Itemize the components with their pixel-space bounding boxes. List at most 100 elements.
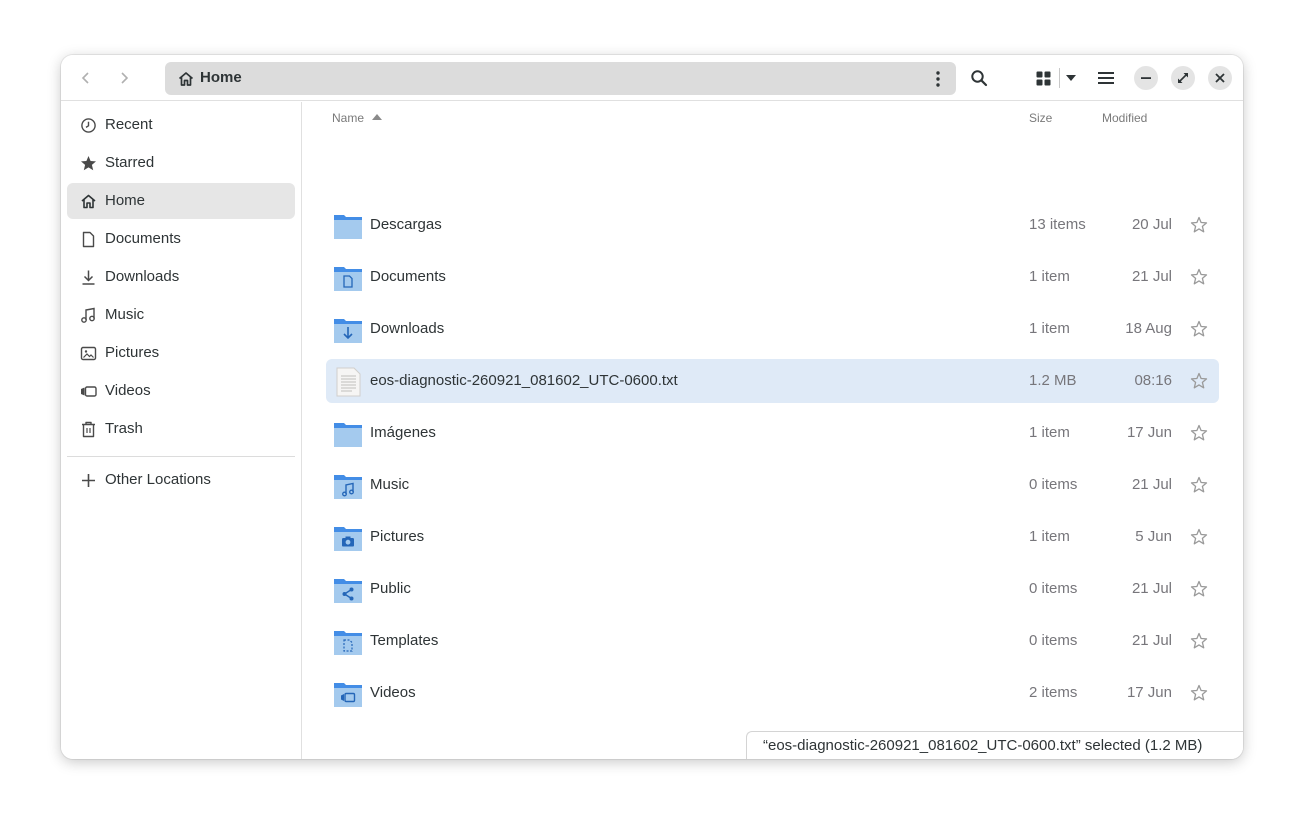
folder-icon — [334, 423, 362, 447]
table-row[interactable]: Imágenes 1 item 17 Jun — [326, 411, 1219, 455]
star-outline-icon[interactable] — [1190, 684, 1208, 702]
star-outline-icon[interactable] — [1190, 372, 1208, 390]
sidebar-item-label: Downloads — [105, 268, 180, 285]
star-outline-icon[interactable] — [1190, 528, 1208, 546]
star-icon — [81, 156, 96, 171]
file-modified: 21 Jul — [1131, 580, 1172, 597]
sidebar-item-home[interactable]: Home — [67, 183, 295, 219]
file-size: 0 items — [1029, 476, 1078, 493]
folder-downloads-icon — [334, 319, 362, 343]
sidebar-item-starred[interactable]: Starred — [67, 145, 295, 181]
main-menu-button[interactable] — [1091, 62, 1121, 94]
close-icon — [1215, 73, 1225, 83]
star-outline-icon[interactable] — [1190, 320, 1208, 338]
video-icon — [81, 386, 97, 397]
star-outline-icon[interactable] — [1190, 424, 1208, 442]
file-name: Music — [370, 476, 410, 493]
file-modified: 20 Jul — [1131, 216, 1172, 233]
folder-templates-icon — [334, 631, 362, 655]
sidebar-item-trash[interactable]: Trash — [67, 411, 295, 447]
sidebar-item-videos[interactable]: Videos — [67, 373, 295, 409]
folder-videos-icon — [334, 683, 362, 707]
grid-view-button[interactable] — [1030, 62, 1056, 94]
sidebar-item-label: Other Locations — [105, 471, 211, 488]
table-row[interactable]: Templates 0 items 21 Jul — [326, 619, 1219, 663]
sidebar-item-label: Pictures — [105, 344, 160, 361]
vertical-dots-icon — [936, 71, 940, 87]
sidebar-item-label: Starred — [105, 154, 155, 171]
hamburger-menu-icon — [1098, 72, 1114, 84]
file-name: Documents — [370, 268, 446, 285]
table-row[interactable]: Videos 2 items 17 Jun — [326, 671, 1219, 715]
header-bar: Home — [61, 55, 1243, 101]
column-header-modified[interactable]: Modified — [1102, 111, 1147, 125]
sidebar-item-label: Trash — [105, 420, 143, 437]
minimize-button[interactable] — [1134, 66, 1158, 90]
close-button[interactable] — [1208, 66, 1232, 90]
back-button[interactable] — [71, 62, 101, 94]
caret-down-icon — [1066, 75, 1076, 81]
maximize-icon — [1178, 73, 1188, 83]
file-modified: 21 Jul — [1131, 632, 1172, 649]
table-row[interactable]: Public 0 items 21 Jul — [326, 567, 1219, 611]
sidebar-item-label: Music — [105, 306, 145, 323]
star-outline-icon[interactable] — [1190, 268, 1208, 286]
folder-pictures-icon — [334, 527, 362, 551]
file-name: Descargas — [370, 216, 442, 233]
sidebar-item-recent[interactable]: Recent — [67, 107, 295, 143]
folder-public-icon — [334, 579, 362, 603]
sidebar-item-documents[interactable]: Documents — [67, 221, 295, 257]
file-modified: 21 Jul — [1131, 268, 1172, 285]
sidebar-item-pictures[interactable]: Pictures — [67, 335, 295, 371]
search-button[interactable] — [964, 62, 994, 94]
sidebar-item-label: Recent — [105, 116, 153, 133]
music-icon — [81, 307, 95, 323]
file-name: Downloads — [370, 320, 445, 337]
sidebar-item-label: Home — [105, 192, 146, 209]
table-row[interactable]: eos-diagnostic-260921_081602_UTC-0600.tx… — [326, 359, 1219, 403]
forward-button[interactable] — [109, 62, 139, 94]
file-size: 1 item — [1029, 528, 1070, 545]
star-outline-icon[interactable] — [1190, 580, 1208, 598]
table-row[interactable]: Descargas 13 items 20 Jul — [326, 203, 1219, 247]
home-icon — [178, 72, 194, 86]
column-header-size[interactable]: Size — [1029, 111, 1052, 125]
star-outline-icon[interactable] — [1190, 476, 1208, 494]
search-icon — [971, 70, 988, 87]
sort-ascending-icon — [372, 114, 382, 120]
sidebar-item-other-locations[interactable]: Other Locations — [67, 462, 295, 498]
view-options-dropdown[interactable] — [1060, 62, 1082, 94]
clock-icon — [81, 118, 96, 133]
file-size: 1 item — [1029, 268, 1070, 285]
star-outline-icon[interactable] — [1190, 632, 1208, 650]
sidebar-item-music[interactable]: Music — [67, 297, 295, 333]
file-size: 0 items — [1029, 632, 1078, 649]
file-name: Templates — [370, 632, 439, 649]
sidebar-item-label: Videos — [105, 382, 151, 399]
file-size: 0 items — [1029, 580, 1078, 597]
file-name: eos-diagnostic-260921_081602_UTC-0600.tx… — [370, 372, 678, 389]
sidebar-item-downloads[interactable]: Downloads — [67, 259, 295, 295]
path-bar[interactable]: Home — [165, 62, 956, 95]
table-row[interactable]: Documents 1 item 21 Jul — [326, 255, 1219, 299]
picture-icon — [80, 346, 97, 361]
star-outline-icon[interactable] — [1190, 216, 1208, 234]
column-header-name[interactable]: Name — [332, 111, 364, 125]
selection-status-bar: “eos-diagnostic-260921_081602_UTC-0600.t… — [746, 731, 1243, 759]
minimize-icon — [1141, 77, 1151, 79]
table-row[interactable]: Music 0 items 21 Jul — [326, 463, 1219, 507]
sidebar-separator — [67, 456, 295, 457]
home-icon — [81, 194, 96, 209]
status-text: “eos-diagnostic-260921_081602_UTC-0600.t… — [763, 737, 1203, 754]
file-manager-window: Home Recent Starred Home Documents Downl… — [61, 55, 1243, 759]
table-row[interactable]: Pictures 1 item 5 Jun — [326, 515, 1219, 559]
folder-documents-icon — [334, 267, 362, 291]
file-size: 13 items — [1029, 216, 1086, 233]
file-size: 1 item — [1029, 424, 1070, 441]
text-file-icon — [336, 367, 361, 397]
maximize-button[interactable] — [1171, 66, 1195, 90]
sidebar: Recent Starred Home Documents Downloads … — [61, 102, 302, 759]
table-row[interactable]: Downloads 1 item 18 Aug — [326, 307, 1219, 351]
path-current-label[interactable]: Home — [200, 69, 242, 86]
path-menu-button[interactable] — [928, 68, 948, 90]
